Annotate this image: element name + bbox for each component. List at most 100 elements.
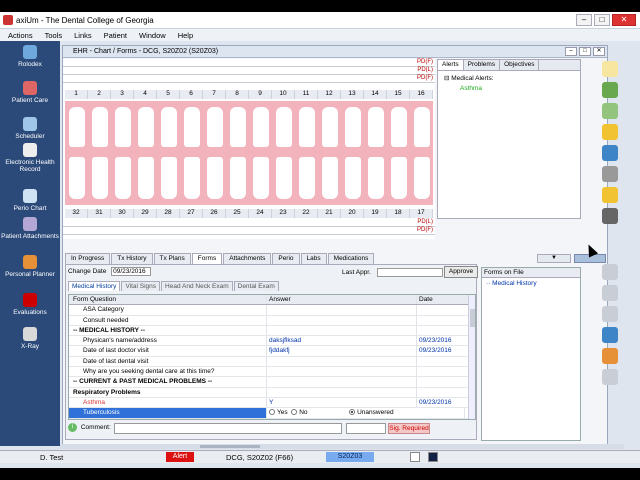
add-list-icon[interactable]	[602, 103, 618, 119]
radio-no[interactable]	[291, 409, 298, 416]
tooth-number[interactable]: 11	[295, 90, 318, 99]
form-question-row[interactable]: Consult needed	[69, 315, 475, 326]
print-form-icon[interactable]	[602, 306, 618, 322]
tooth-number[interactable]: 25	[226, 209, 249, 218]
tooth-number[interactable]: 22	[295, 209, 318, 218]
subtab-head-neck-exam[interactable]: Head And Neck Exam	[161, 281, 233, 291]
lower-tooth[interactable]	[298, 157, 315, 199]
tooth-number[interactable]: 24	[249, 209, 272, 218]
subtab-medical-history[interactable]: Medical History	[68, 281, 121, 291]
tooth-number[interactable]: 27	[180, 209, 203, 218]
form-question-row[interactable]: Asthma Y 09/23/2016	[69, 397, 475, 409]
teeth-area[interactable]	[65, 101, 433, 205]
upper-tooth[interactable]	[114, 107, 131, 147]
form-question-row[interactable]: ASA Category	[69, 305, 475, 316]
tooth-number[interactable]: 13	[341, 90, 364, 99]
tab-attachments[interactable]: Attachments	[223, 253, 272, 264]
tooth-number[interactable]: 21	[318, 209, 341, 218]
status-mail-icon[interactable]	[428, 452, 438, 462]
nav-patient-attachments[interactable]: Patient Attachments	[0, 217, 60, 240]
answer-cell[interactable]: daksjflksad	[267, 336, 417, 346]
comment-field[interactable]	[114, 423, 342, 434]
subtab-dental-exam[interactable]: Dental Exam	[233, 281, 279, 291]
menu-help[interactable]: Help	[178, 31, 193, 40]
lower-tooth[interactable]	[413, 157, 430, 199]
ehr-restore-button[interactable]: □	[579, 47, 591, 56]
ehr-minimize-button[interactable]: –	[565, 47, 577, 56]
lower-tooth[interactable]	[206, 157, 223, 199]
lower-tooth[interactable]	[275, 157, 292, 199]
run-icon[interactable]	[602, 348, 618, 364]
tab-tx-history[interactable]: Tx History	[111, 253, 153, 264]
tooth-number[interactable]: 5	[157, 90, 180, 99]
answer-cell[interactable]	[267, 418, 417, 419]
lower-tooth[interactable]	[321, 157, 338, 199]
lower-tooth[interactable]	[390, 157, 407, 199]
tooth-number[interactable]: 2	[88, 90, 111, 99]
copy-icon[interactable]	[602, 369, 618, 385]
print-icon[interactable]	[602, 166, 618, 182]
upper-tooth[interactable]	[275, 107, 292, 147]
col-date[interactable]: Date	[417, 295, 467, 304]
menu-window[interactable]: Window	[139, 31, 166, 40]
upper-tooth[interactable]	[298, 107, 315, 147]
form-question-row[interactable]: -- MEDICAL HISTORY --	[69, 325, 475, 337]
lower-tooth[interactable]	[68, 157, 85, 199]
add-green-icon[interactable]	[602, 82, 618, 98]
signature-field[interactable]	[346, 423, 386, 434]
status-alert-badge[interactable]: Alert	[166, 452, 194, 462]
ehr-close-button[interactable]: ✕	[593, 47, 605, 56]
tooth-number[interactable]: 18	[387, 209, 410, 218]
answer-cell[interactable]	[267, 367, 417, 377]
nav-patient-care[interactable]: Patient Care	[0, 81, 60, 104]
tooth-number[interactable]: 15	[387, 90, 410, 99]
answer-cell[interactable]: Y	[267, 397, 417, 408]
lightbulb-icon[interactable]	[602, 61, 618, 77]
upper-tooth[interactable]	[137, 107, 154, 147]
nav-ehr[interactable]: Electronic Health Record	[0, 143, 60, 173]
close-button[interactable]: ✕	[612, 14, 636, 26]
tooth-number[interactable]: 17	[410, 209, 433, 218]
medical-alerts-group[interactable]: ⊟ Medical Alerts:	[444, 74, 574, 82]
tooth-number[interactable]: 4	[134, 90, 157, 99]
answer-cell[interactable]	[267, 356, 417, 367]
lower-tooth[interactable]	[252, 157, 269, 199]
alert-item[interactable]: Asthma	[460, 85, 574, 92]
answer-cell[interactable]: Yes No Unanswered	[267, 408, 465, 418]
answer-cell[interactable]	[267, 387, 417, 397]
col-form-question[interactable]: Form Question	[69, 295, 267, 305]
col-answer[interactable]: Answer	[267, 295, 417, 305]
answer-cell[interactable]	[267, 315, 417, 325]
clock-form-icon[interactable]	[602, 327, 618, 343]
collapse-down-button[interactable]: ▼	[537, 254, 571, 263]
upper-tooth[interactable]	[68, 107, 85, 147]
nav-perio-chart[interactable]: Perio Chart	[0, 189, 60, 212]
upper-tooth[interactable]	[91, 107, 108, 147]
tab-in-progress[interactable]: In Progress	[65, 253, 111, 264]
subtab-vital-signs[interactable]: Vital Signs	[121, 281, 161, 291]
upper-tooth[interactable]	[344, 107, 361, 147]
lower-tooth[interactable]	[114, 157, 131, 199]
status-checkbox-icon[interactable]	[410, 452, 420, 462]
form-question-row[interactable]: Why are you seeking dental care at this …	[69, 367, 475, 378]
answer-cell[interactable]	[267, 377, 417, 387]
upper-tooth[interactable]	[252, 107, 269, 147]
form-question-row[interactable]: Respiratory Problems	[69, 387, 475, 398]
maximize-button[interactable]: □	[594, 14, 610, 26]
tab-problems[interactable]: Problems	[464, 60, 501, 70]
lower-tooth[interactable]	[137, 157, 154, 199]
edit-icon[interactable]	[602, 124, 618, 140]
upper-tooth[interactable]	[321, 107, 338, 147]
tab-objectives[interactable]: Objectives	[500, 60, 540, 70]
upper-tooth[interactable]	[229, 107, 246, 147]
tooth-number[interactable]: 29	[134, 209, 157, 218]
form-question-row[interactable]: Date of last dental visit	[69, 356, 475, 368]
forms-on-file-item[interactable]: ·· Medical History	[482, 278, 580, 289]
tooth-number[interactable]: 30	[111, 209, 134, 218]
answer-cell[interactable]	[267, 305, 417, 315]
nav-xray[interactable]: X-Ray	[0, 327, 60, 350]
form-question-row[interactable]: Date of last doctor visit fjddakfj 09/23/2…	[69, 346, 475, 357]
lower-tooth[interactable]	[160, 157, 177, 199]
upper-tooth[interactable]	[160, 107, 177, 147]
upper-tooth[interactable]	[183, 107, 200, 147]
